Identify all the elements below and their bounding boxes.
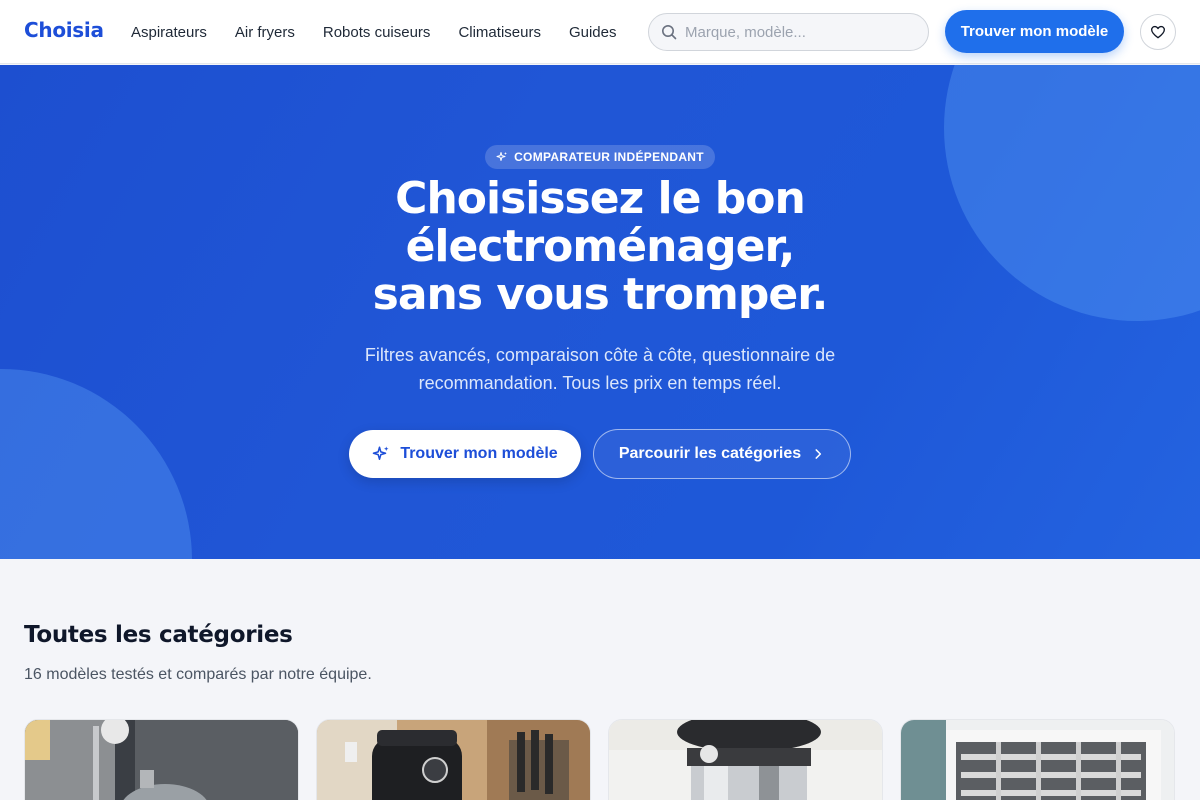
browse-categories-label: Parcourir les catégories	[618, 445, 802, 462]
air-fryer-photo	[317, 720, 590, 800]
find-model-button[interactable]: Trouver mon modèle	[349, 430, 581, 478]
sparkles-icon	[373, 446, 389, 460]
food-processor-photo	[609, 720, 882, 800]
nav-item-climatiseurs[interactable]: Climatiseurs	[458, 24, 541, 41]
hero-title-line: sans vous tromper.	[372, 269, 829, 320]
search-icon	[662, 25, 677, 40]
hero-subtitle: Filtres avancés, comparaison côte à côte…	[364, 345, 836, 393]
decorative-circle	[0, 369, 192, 559]
air-conditioner-photo	[901, 720, 1174, 800]
category-card-climatiseurs[interactable]	[900, 719, 1175, 800]
categories-subtitle: 16 modèles testés et comparés par notre …	[24, 666, 372, 683]
chevron-right-icon	[815, 449, 822, 459]
find-model-button-label: Trouver mon modèle	[400, 445, 558, 462]
hero-badge-label: COMPARATEUR INDÉPENDANT	[514, 150, 704, 164]
browse-categories-button[interactable]: Parcourir les catégories	[593, 429, 851, 479]
find-model-header-button[interactable]: Trouver mon modèle	[945, 10, 1124, 53]
categories-title: Toutes les catégories	[24, 622, 293, 648]
category-card-robots-cuiseurs[interactable]	[608, 719, 883, 800]
logo[interactable]: Choisia	[24, 18, 104, 42]
search-input[interactable]	[685, 23, 905, 41]
hero-title-line: Choisissez le bon	[395, 173, 806, 224]
heart-icon	[1151, 25, 1165, 39]
sparkles-icon	[496, 152, 508, 161]
search-box[interactable]	[648, 13, 929, 51]
vacuum-photo	[25, 720, 298, 800]
site-header: Choisia Aspirateurs Air fryers Robots cu…	[0, 0, 1200, 64]
category-card-aspirateurs[interactable]	[24, 719, 299, 800]
hero-title: Choisissez le bon électroménager, sans v…	[200, 175, 1000, 319]
hero-badge: COMPARATEUR INDÉPENDANT	[485, 145, 715, 169]
nav-item-aspirateurs[interactable]: Aspirateurs	[131, 24, 207, 41]
hero-section: COMPARATEUR INDÉPENDANT Choisissez le bo…	[0, 65, 1200, 559]
category-card-air-fryers[interactable]	[316, 719, 591, 800]
nav-item-robots-cuiseurs[interactable]: Robots cuiseurs	[323, 24, 431, 41]
main-nav: Aspirateurs Air fryers Robots cuiseurs C…	[131, 0, 644, 64]
nav-item-guides[interactable]: Guides	[569, 24, 617, 41]
nav-item-air-fryers[interactable]: Air fryers	[235, 24, 295, 41]
hero-title-line: électroménager,	[405, 221, 796, 272]
favorites-button[interactable]	[1140, 14, 1176, 50]
